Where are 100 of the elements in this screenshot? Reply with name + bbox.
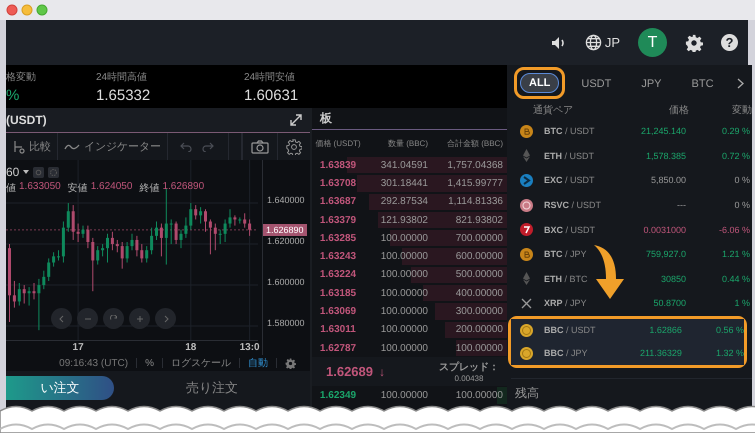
column-header: 通貨ペア xyxy=(532,104,574,117)
chart-title: (USDT) xyxy=(6,113,47,127)
total-cell-text: 100.00000 xyxy=(454,342,504,354)
candle xyxy=(160,223,163,257)
candle xyxy=(96,246,100,266)
eth-coin-icon xyxy=(520,149,533,162)
market-tab[interactable]: USDT xyxy=(573,74,620,92)
ohlc-label: 安値 xyxy=(68,182,88,195)
market-row[interactable]: ETH / BTC 30850 0.44 % xyxy=(511,266,752,292)
candle xyxy=(72,204,75,240)
eye-icon[interactable] xyxy=(33,166,44,178)
candle xyxy=(189,202,192,230)
candle xyxy=(110,231,114,251)
chevron-left-icon xyxy=(58,314,66,322)
amount-cell-text: 121.93802 xyxy=(380,214,428,226)
spread-label: スプレッド： xyxy=(439,360,499,374)
change-cell-text: 0.72 % xyxy=(720,150,750,161)
currency-pair: BBC / USDT xyxy=(543,325,597,336)
ask-price: 1.63379 xyxy=(318,214,358,226)
candle xyxy=(243,212,246,228)
user-avatar[interactable]: T xyxy=(638,28,667,57)
stat-value: 1.65332 xyxy=(96,86,152,104)
market-tab[interactable]: BTC xyxy=(684,74,722,92)
currency-pair: ETH / BTC xyxy=(543,274,589,284)
language-button[interactable]: JP xyxy=(584,34,620,51)
candle xyxy=(22,284,26,304)
candle xyxy=(180,229,182,249)
change-cell-text: 0.44 % xyxy=(720,274,750,284)
zoom-in-button[interactable] xyxy=(129,308,150,329)
undo-icon[interactable] xyxy=(180,142,192,152)
currency-pair: RSVC / USDT xyxy=(543,200,602,210)
currency-pair: BTC / USDT xyxy=(543,126,596,136)
amount-cell-text: 100.00000 xyxy=(380,269,428,280)
market-row[interactable]: EXC / USDT 5,850.00 0 % xyxy=(511,168,752,193)
help-button[interactable]: ? xyxy=(721,34,738,51)
candle xyxy=(248,218,252,236)
redo-icon[interactable] xyxy=(202,142,214,152)
change-cell-text: -6.06 % xyxy=(718,224,750,235)
amount-cell-text: 100.00000 xyxy=(380,251,428,262)
candle xyxy=(140,244,144,263)
chevron-right-icon[interactable] xyxy=(737,78,744,88)
candle xyxy=(116,239,119,253)
chevron-right-icon xyxy=(162,314,170,322)
column-header: 数量 (BBC) xyxy=(387,138,428,148)
amount-cell-text: 100.00000 xyxy=(380,324,428,336)
amount-cell-text: 100.00000 xyxy=(380,232,428,244)
candle xyxy=(170,218,173,245)
market-tab[interactable]: ALL xyxy=(520,73,560,93)
candle xyxy=(150,227,154,255)
currency-pair: BBC / JPY xyxy=(543,348,589,358)
total-cell-text: 1,757.04368 xyxy=(446,160,504,171)
order-tab[interactable]: 売り注文 xyxy=(114,376,310,400)
total-cell-text: 500.00000 xyxy=(454,269,504,280)
camera-icon[interactable] xyxy=(251,140,269,154)
scale-option[interactable]: ログスケール xyxy=(171,356,231,370)
candle xyxy=(126,242,129,263)
candle xyxy=(204,208,207,232)
market-row[interactable]: XRP / JPY 50.8700 1 % xyxy=(511,291,752,316)
total-cell-text: 1,114.81336 xyxy=(447,196,504,208)
settings-icon[interactable] xyxy=(286,138,302,154)
price-cell-text: 1.62866 xyxy=(648,325,682,336)
interval-selector[interactable]: 60 xyxy=(6,165,20,179)
order-tab[interactable]: い注文 xyxy=(6,376,114,400)
market-row[interactable]: BBC / JPY 211.36329 1.32 % xyxy=(511,342,744,365)
candle xyxy=(47,258,50,282)
market-tab[interactable]: JPY xyxy=(633,74,670,92)
ask-price: 1.63224 xyxy=(318,269,358,280)
settings-icon[interactable] xyxy=(685,34,703,52)
market-row[interactable]: BTC / JPY 759,927.0 1.21 % xyxy=(511,242,752,267)
price-cell-text: 30850 xyxy=(660,274,686,284)
column-header: 合計金額 (BBC) xyxy=(446,138,504,148)
ask-price: 1.63185 xyxy=(318,288,358,299)
candle xyxy=(224,218,227,242)
y-axis-label: 1.640000 xyxy=(267,195,305,206)
ask-price: 1.63285 xyxy=(318,232,358,244)
scale-option[interactable]: 自動 xyxy=(248,356,268,370)
x-axis-label: 18 xyxy=(185,342,196,353)
reset-button[interactable] xyxy=(103,308,124,329)
candle xyxy=(218,229,222,245)
candle xyxy=(184,216,188,238)
scale-option[interactable]: % xyxy=(145,358,154,368)
price-cell-text: --- xyxy=(676,200,686,210)
caret-icon[interactable] xyxy=(23,170,30,174)
amount-cell-text: 100.00000 xyxy=(380,306,428,318)
market-row[interactable]: BXC / USDT 0.0031000 -6.06 % xyxy=(511,217,752,242)
expand-icon[interactable] xyxy=(290,114,302,126)
btc-coin-icon xyxy=(520,124,533,138)
amount-cell-text: 301.18441 xyxy=(380,178,428,189)
change-cell-text: 1.32 % xyxy=(714,348,744,358)
market-row[interactable]: ETH / USDT 1,578.385 0.72 % xyxy=(511,144,752,168)
speaker-icon[interactable] xyxy=(550,36,567,50)
price-cell-text: 0.0031000 xyxy=(642,224,686,235)
market-row[interactable]: BTC / USDT 21,245.140 0.29 % xyxy=(511,119,752,144)
market-row[interactable]: BBC / USDT 1.62866 0.56 % xyxy=(511,318,744,342)
candle xyxy=(130,233,134,251)
candle xyxy=(238,216,242,224)
bid-price: 1.62349 xyxy=(318,390,358,401)
ask-price: 1.63011 xyxy=(319,324,357,336)
stat-value: % xyxy=(6,86,20,104)
market-row[interactable]: RSVC / USDT --- 0 % xyxy=(511,192,752,218)
